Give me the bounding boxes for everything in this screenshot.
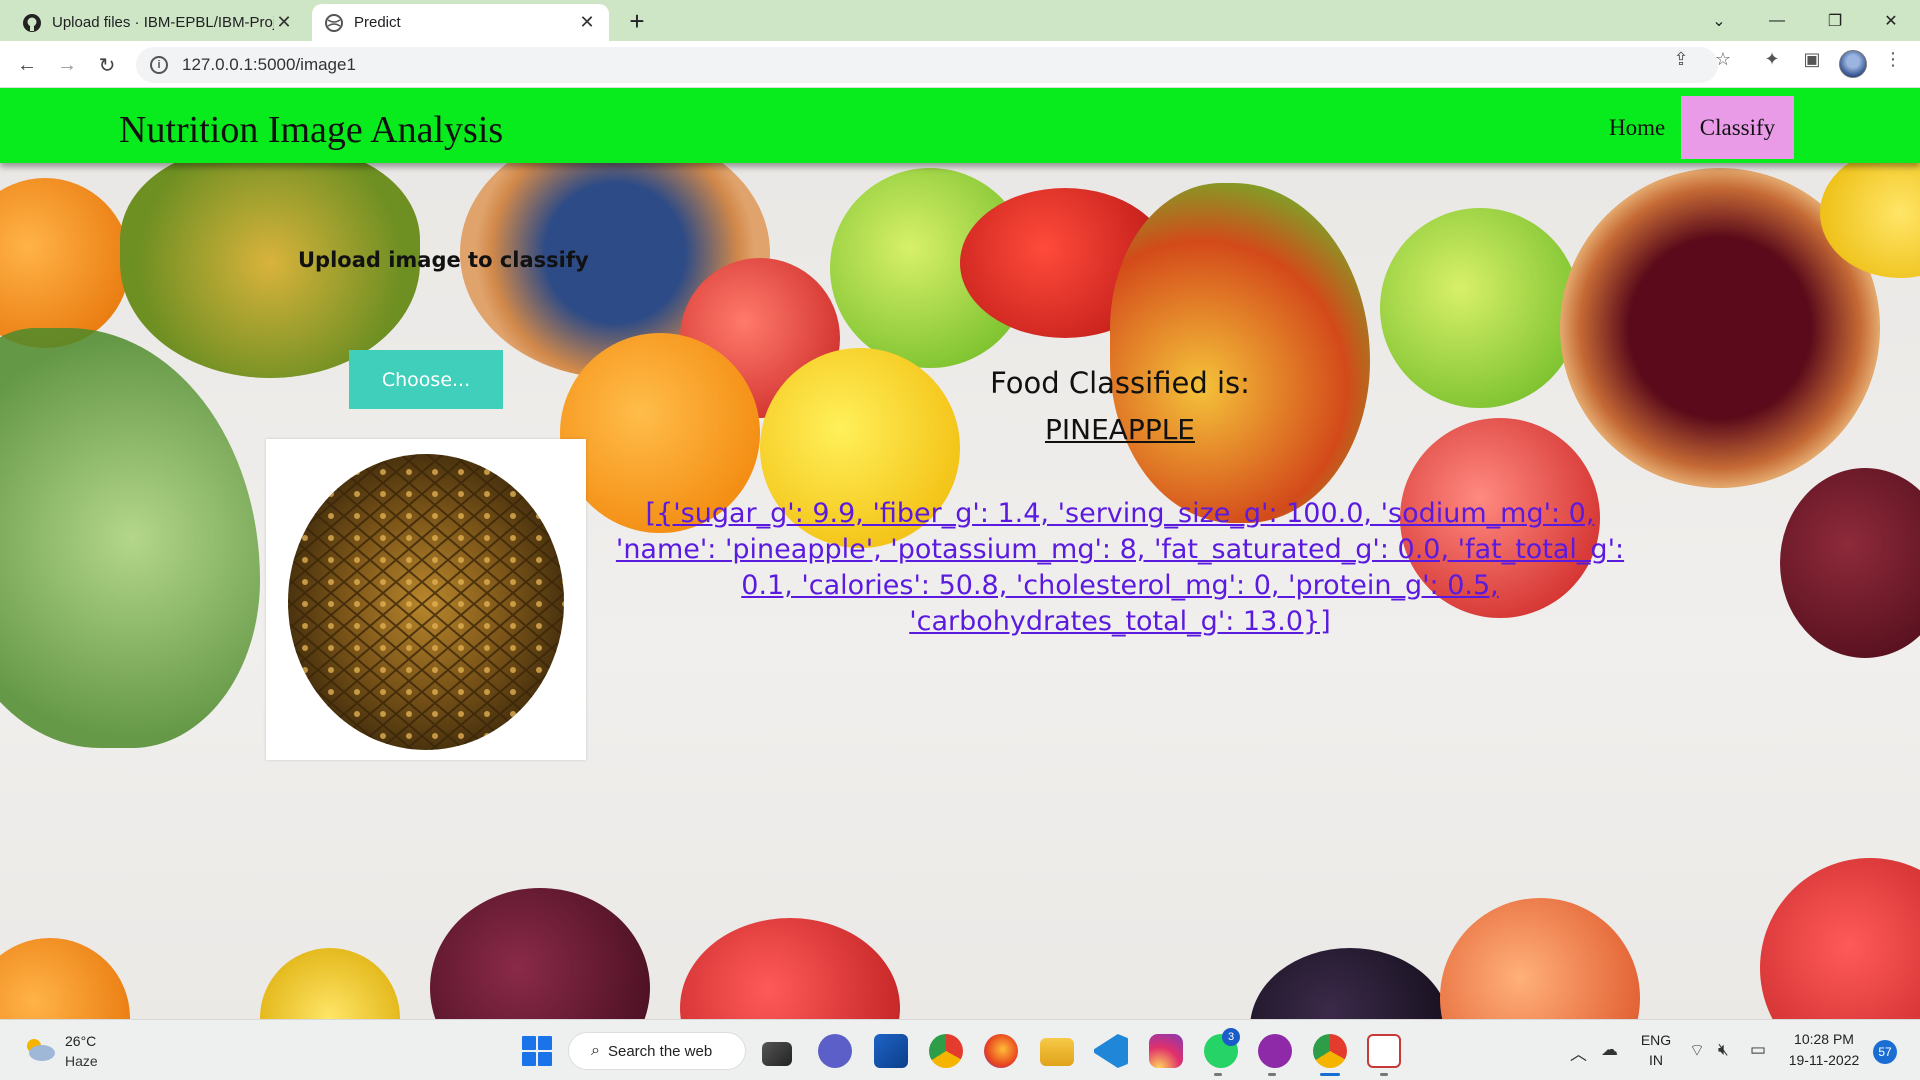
windows-start-icon[interactable] bbox=[522, 1036, 552, 1066]
podcast-app-icon[interactable] bbox=[1258, 1034, 1292, 1068]
onedrive-cloud-icon[interactable]: ☁ bbox=[1601, 1040, 1618, 1060]
close-window-button[interactable]: ✕ bbox=[1862, 0, 1920, 41]
site-info-icon[interactable]: i bbox=[150, 56, 168, 74]
chrome-profile-icon[interactable] bbox=[1313, 1034, 1347, 1068]
instagram-icon[interactable] bbox=[1149, 1034, 1183, 1068]
task-view-icon[interactable] bbox=[762, 1042, 792, 1066]
pineapple-image bbox=[288, 454, 564, 750]
taskbar-search[interactable]: ⌕ Search the web bbox=[568, 1032, 746, 1070]
browser-toolbar: ← → ↻ i 127.0.0.1:5000/image1 ⇪ ☆ ✦ ▣ ⋮ bbox=[0, 41, 1920, 88]
whatsapp-badge: 3 bbox=[1222, 1028, 1240, 1046]
notification-badge[interactable]: 57 bbox=[1873, 1040, 1897, 1064]
tab-upload-files[interactable]: Upload files · IBM-EPBL/IBM-Proj ✕ bbox=[10, 4, 306, 41]
active-app-indicator bbox=[1320, 1073, 1340, 1076]
snipping-tool-icon[interactable] bbox=[1367, 1034, 1401, 1068]
address-bar[interactable]: i 127.0.0.1:5000/image1 bbox=[136, 47, 1718, 83]
teams-chat-icon[interactable] bbox=[818, 1034, 852, 1068]
url-text: 127.0.0.1:5000/image1 bbox=[182, 55, 356, 74]
chrome-icon[interactable] bbox=[929, 1034, 963, 1068]
windows-taskbar: 26°C Haze ⌕ Search the web 3 ︿ ☁ ENG IN … bbox=[0, 1019, 1920, 1080]
extensions-icon[interactable]: ✦ bbox=[1761, 49, 1783, 71]
site-brand-title[interactable]: Nutrition Image Analysis bbox=[119, 108, 503, 152]
nav-link-classify[interactable]: Classify bbox=[1681, 96, 1794, 159]
new-tab-button[interactable]: + bbox=[622, 6, 652, 36]
classified-food-name: PINEAPPLE bbox=[1045, 413, 1195, 446]
microsoft-store-icon[interactable] bbox=[874, 1034, 908, 1068]
tab-title: Predict bbox=[354, 14, 401, 31]
page-content: Nutrition Image Analysis Home Classify U… bbox=[0, 88, 1920, 1019]
language-indicator[interactable]: ENG bbox=[1638, 1032, 1674, 1048]
close-tab-icon[interactable]: ✕ bbox=[274, 12, 294, 33]
minimize-button[interactable]: — bbox=[1748, 0, 1806, 41]
clock-time[interactable]: 10:28 PM bbox=[1784, 1031, 1864, 1047]
speaker-muted-icon[interactable]: 🔇︎ bbox=[1718, 1040, 1729, 1060]
nutrition-info-link[interactable]: [{'sugar_g': 9.9, 'fiber_g': 1.4, 'servi… bbox=[605, 496, 1635, 640]
clock-date[interactable]: 19-11-2022 bbox=[1784, 1052, 1864, 1068]
tab-predict[interactable]: Predict ✕ bbox=[312, 4, 609, 41]
close-tab-icon[interactable]: ✕ bbox=[577, 12, 597, 33]
tab-title: Upload files · IBM-EPBL/IBM-Proj bbox=[52, 14, 274, 31]
firefox-icon[interactable] bbox=[984, 1034, 1018, 1068]
uploaded-image-preview bbox=[266, 439, 586, 760]
running-indicator bbox=[1380, 1073, 1388, 1076]
search-icon: ⌕ bbox=[591, 1042, 600, 1059]
choose-file-button[interactable]: Choose... bbox=[349, 350, 503, 409]
wifi-icon[interactable]: ⌔ bbox=[1689, 1040, 1705, 1061]
region-indicator[interactable]: IN bbox=[1638, 1052, 1674, 1068]
result-label: Food Classified is: bbox=[990, 366, 1250, 400]
forward-icon[interactable]: → bbox=[52, 50, 82, 80]
battery-icon[interactable]: ▭ bbox=[1750, 1040, 1766, 1060]
weather-temperature[interactable]: 26°C bbox=[65, 1033, 96, 1049]
globe-icon bbox=[325, 13, 343, 32]
running-indicator bbox=[1268, 1073, 1276, 1076]
profile-avatar[interactable] bbox=[1839, 50, 1867, 78]
restore-button[interactable]: ❐ bbox=[1806, 0, 1864, 41]
weather-condition[interactable]: Haze bbox=[65, 1053, 98, 1069]
bookmark-star-icon[interactable]: ☆ bbox=[1712, 49, 1734, 71]
reload-icon[interactable]: ↻ bbox=[92, 50, 122, 80]
menu-kebab-icon[interactable]: ⋮ bbox=[1882, 49, 1904, 71]
vscode-icon[interactable] bbox=[1094, 1034, 1128, 1068]
browser-tab-strip: Upload files · IBM-EPBL/IBM-Proj ✕ Predi… bbox=[0, 0, 1920, 41]
chevron-up-icon[interactable]: ︿ bbox=[1570, 1040, 1587, 1065]
tab-search-icon[interactable]: ⌄ bbox=[1690, 0, 1748, 41]
upload-heading: Upload image to classify bbox=[298, 248, 589, 272]
nav-link-home[interactable]: Home bbox=[1591, 96, 1683, 159]
side-panel-icon[interactable]: ▣ bbox=[1801, 49, 1823, 71]
running-indicator bbox=[1214, 1073, 1222, 1076]
search-label: Search the web bbox=[607, 1042, 713, 1060]
share-icon[interactable]: ⇪ bbox=[1670, 49, 1692, 71]
back-icon[interactable]: ← bbox=[12, 50, 42, 80]
github-icon bbox=[23, 13, 41, 32]
weather-haze-icon[interactable] bbox=[22, 1036, 56, 1062]
site-navbar: Nutrition Image Analysis Home Classify bbox=[0, 88, 1920, 163]
file-explorer-icon[interactable] bbox=[1040, 1038, 1074, 1066]
